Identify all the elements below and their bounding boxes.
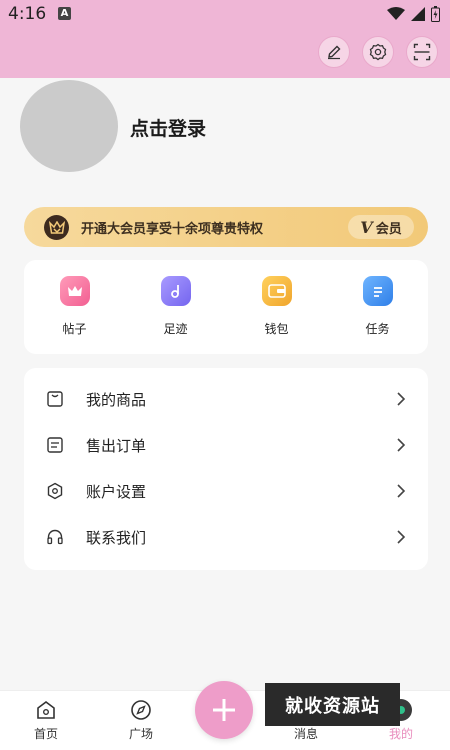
chevron-right-icon [397, 484, 406, 498]
edit-icon [328, 45, 341, 60]
menu-item-label: 账户设置 [86, 483, 147, 501]
vip-member-badge[interactable]: V 会员 [348, 215, 414, 239]
chevron-right-icon [397, 530, 406, 544]
watermark-text: 就收资源站 [265, 683, 400, 726]
headset-icon [47, 529, 63, 545]
tab-label: 首页 [33, 727, 58, 741]
shortcut-wallet[interactable]: 钱包 [226, 260, 327, 354]
vip-promo-text: 开通大会员享受十余项尊贵特权 [81, 222, 264, 237]
goods-icon [47, 391, 63, 407]
shortcut-label: 任务 [365, 322, 390, 336]
avatar[interactable] [20, 80, 118, 172]
home-icon [37, 701, 55, 719]
menu-item-label: 售出订单 [86, 437, 147, 455]
tab-label: 消息 [293, 727, 318, 741]
scan-button[interactable] [406, 36, 438, 68]
vip-member-label: 会员 [375, 221, 402, 237]
edit-button[interactable] [318, 36, 350, 68]
order-icon [47, 437, 63, 453]
menu-item-label: 我的商品 [86, 391, 147, 409]
vip-crown-icon [44, 215, 69, 240]
shortcut-label: 钱包 [264, 322, 289, 336]
settings-icon [369, 43, 387, 61]
tab-label: 我的 [388, 727, 413, 741]
tab-square[interactable]: 广场 [111, 699, 171, 742]
battery-icon [431, 6, 440, 22]
wallet-icon [261, 276, 292, 306]
vip-banner[interactable]: 开通大会员享受十余项尊贵特权 V 会员 [24, 207, 428, 247]
account-settings-icon [47, 482, 63, 500]
plus-icon [213, 699, 235, 721]
tab-home[interactable]: 首页 [16, 699, 76, 742]
chevron-right-icon [397, 438, 406, 452]
menu-card: 我的商品 售出订单 账户设置 联系我们 [24, 368, 428, 570]
status-time: 4:16 [8, 4, 47, 24]
login-link[interactable]: 点击登录 [130, 114, 206, 141]
shortcut-posts[interactable]: 帖子 [24, 260, 125, 354]
tab-label: 广场 [128, 727, 153, 741]
header-tools [318, 36, 438, 68]
menu-item-my-goods[interactable]: 我的商品 [24, 376, 428, 422]
shortcut-label: 帖子 [62, 322, 87, 336]
menu-item-sold-orders[interactable]: 售出订单 [24, 422, 428, 468]
chevron-right-icon [397, 392, 406, 406]
music-icon [160, 276, 191, 306]
crown-icon [59, 276, 90, 306]
vip-v-letter: V [360, 217, 373, 237]
shortcut-tasks[interactable]: 任务 [327, 260, 428, 354]
menu-item-label: 联系我们 [86, 529, 147, 547]
wifi-icon [387, 7, 405, 20]
status-icons [387, 6, 440, 22]
task-icon [362, 276, 393, 306]
notification-icon: A [58, 7, 71, 20]
menu-item-contact-us[interactable]: 联系我们 [24, 514, 428, 560]
signal-icon [411, 7, 425, 21]
status-bar: 4:16 A [0, 0, 450, 30]
shortcut-footprint[interactable]: 足迹 [125, 260, 226, 354]
add-post-button[interactable] [195, 681, 253, 739]
shortcut-label: 足迹 [163, 322, 188, 336]
shortcut-card: 帖子 足迹 钱包 任务 [24, 260, 428, 354]
scan-icon [413, 43, 431, 61]
menu-item-account-settings[interactable]: 账户设置 [24, 468, 428, 514]
settings-button[interactable] [362, 36, 394, 68]
compass-icon [131, 700, 151, 720]
